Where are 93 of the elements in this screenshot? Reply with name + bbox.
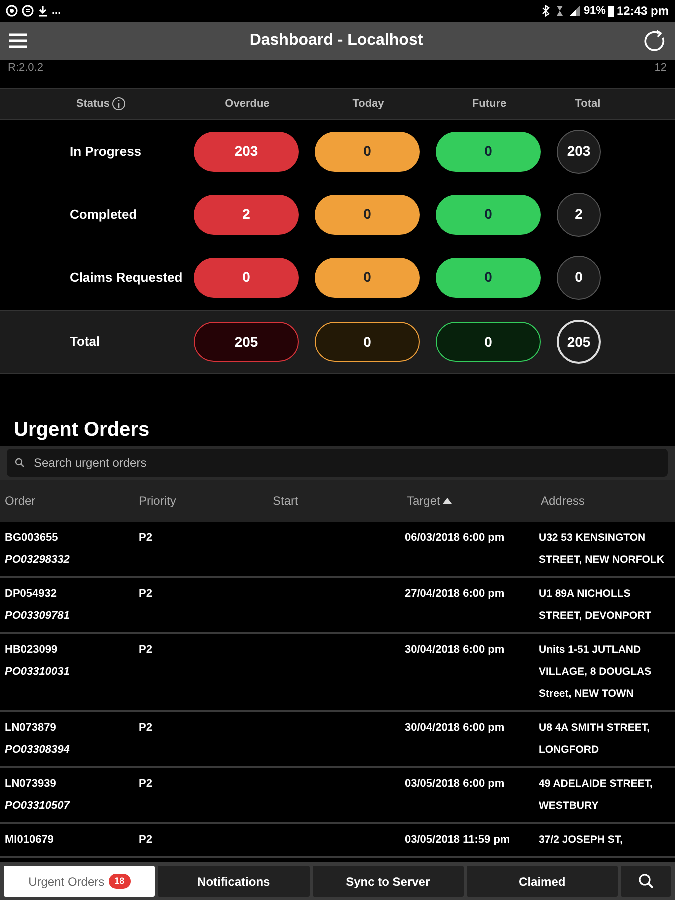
- order-number: MI010679: [5, 833, 55, 848]
- column-header: Today: [352, 96, 384, 112]
- status-label: Total: [70, 334, 100, 349]
- column-header[interactable]: Target: [407, 492, 440, 510]
- version-label: R:2.0.2: [8, 61, 44, 76]
- target-date: 03/05/2018 11:59 pm: [405, 834, 510, 846]
- priority-label: P2: [139, 588, 152, 600]
- column-header: Future: [472, 96, 507, 112]
- total-badge: 2: [557, 192, 601, 236]
- column-header[interactable]: Address: [541, 492, 586, 510]
- total-badge: 0: [557, 256, 601, 300]
- count-badge: 18: [108, 874, 131, 890]
- priority-label: P2: [139, 644, 152, 656]
- order-number: DP054932: [5, 587, 58, 602]
- overflow-indicator: ...: [52, 4, 62, 19]
- target-date: 27/04/2018 6:00 pm: [405, 588, 505, 600]
- column-header[interactable]: Start: [273, 492, 298, 510]
- target-date: 30/04/2018 6:00 pm: [405, 722, 505, 734]
- battery-icon: [608, 5, 614, 17]
- count-pill[interactable]: 0: [436, 322, 541, 362]
- search-icon: [638, 874, 654, 889]
- order-number: HB023099: [5, 643, 59, 658]
- window-title: Dashboard - Localhost: [248, 31, 424, 51]
- order-row[interactable]: LN073879 PO03308394 P2 30/04/2018 6:00 pm U8 4A SMITH STREET, LONGFORD: [0, 712, 675, 768]
- priority-label: P2: [139, 532, 152, 544]
- target-date: 30/04/2018 6:00 pm: [405, 644, 505, 656]
- menu-button[interactable]: [8, 31, 30, 51]
- count-pill[interactable]: 203: [194, 132, 299, 172]
- po-number: PO03298332: [5, 553, 71, 568]
- clock-time: 12:43 pm: [616, 3, 669, 20]
- column-header: Overdue: [225, 96, 270, 112]
- column-header[interactable]: Priority: [139, 492, 176, 510]
- refresh-icon: [644, 30, 666, 52]
- section-title: Urgent Orders: [13, 418, 151, 443]
- count-pill[interactable]: 0: [315, 132, 420, 172]
- count-label: 12: [654, 61, 667, 76]
- search-field[interactable]: Search urgent orders: [7, 449, 668, 477]
- count-pill[interactable]: 205: [194, 322, 299, 362]
- order-number: LN073939: [5, 777, 58, 792]
- po-number: PO03310031: [5, 665, 71, 680]
- tab[interactable]: Urgent Orders 18: [4, 866, 156, 897]
- status-label: Claims Requested: [70, 270, 183, 284]
- address-text: 49 ADELAIDE STREET, WESTBURY: [539, 777, 654, 814]
- count-pill[interactable]: 0: [436, 132, 541, 172]
- count-pill[interactable]: 0: [436, 194, 541, 234]
- status-label: Completed: [70, 206, 138, 222]
- bluetooth-icon: [542, 5, 550, 17]
- order-row[interactable]: BG003655 PO03298332 P2 06/03/2018 6:00 pm U32 53 KENSINGTON STREET, NEW NORFOLK: [0, 522, 675, 578]
- order-row[interactable]: MI010679 P2 03/05/2018 11:59 pm 37/2 JOSEPH ST,: [0, 824, 675, 858]
- signal-icon: [568, 5, 581, 17]
- count-pill[interactable]: 0: [315, 194, 420, 234]
- order-number: LN073879: [5, 721, 58, 736]
- download-icon: [38, 5, 48, 17]
- count-pill[interactable]: 0: [194, 258, 299, 298]
- notification-icon: [22, 5, 34, 17]
- column-header[interactable]: Order: [5, 492, 36, 510]
- battery-level: 91%: [584, 4, 606, 19]
- refresh-button[interactable]: [643, 29, 667, 53]
- info-icon: [112, 97, 126, 111]
- address-text: U1 89A NICHOLLS STREET, DEVONPORT: [539, 587, 653, 624]
- count-pill[interactable]: 0: [436, 258, 541, 298]
- total-badge: 203: [557, 130, 601, 174]
- order-number: BG003655: [5, 531, 60, 546]
- count-pill[interactable]: 0: [315, 258, 420, 298]
- order-row[interactable]: LN073939 PO03310507 P2 03/05/2018 6:00 pm 49 ADELAIDE STREET, WESTBURY: [0, 768, 675, 824]
- address-text: U8 4A SMITH STREET, LONGFORD: [539, 721, 652, 758]
- tab[interactable]: Claimed: [466, 866, 618, 897]
- priority-label: P2: [139, 778, 152, 790]
- target-date: 06/03/2018 6:00 pm: [405, 532, 505, 544]
- search-icon: [15, 458, 25, 468]
- column-header: Status: [76, 96, 110, 112]
- po-number: PO03310507: [5, 799, 72, 814]
- hourglass-icon: [556, 5, 564, 17]
- target-date: 03/05/2018 6:00 pm: [405, 778, 505, 790]
- po-number: PO03309781: [5, 609, 71, 624]
- tab[interactable]: Sync to Server: [312, 866, 464, 897]
- count-pill[interactable]: 0: [315, 322, 420, 362]
- address-text: Units 1-51 JUTLAND VILLAGE, 8 DOUGLAS Street, NEW TOWN: [539, 643, 653, 702]
- search-button[interactable]: [621, 866, 671, 897]
- order-row[interactable]: DP054932 PO03309781 P2 27/04/2018 6:00 pm U1 89A NICHOLLS STREET, DEVONPORT: [0, 578, 675, 634]
- priority-label: P2: [139, 834, 152, 846]
- menu-icon: [8, 33, 28, 49]
- column-header: Total: [575, 96, 601, 112]
- notification-icon: [6, 5, 18, 17]
- tab[interactable]: Notifications: [158, 866, 310, 897]
- po-number: PO03308394: [5, 743, 71, 758]
- address-text: U32 53 KENSINGTON STREET, NEW NORFOLK: [539, 531, 666, 568]
- status-label: In Progress: [70, 144, 142, 158]
- total-badge: 205: [557, 320, 601, 364]
- address-text: 37/2 JOSEPH ST,: [539, 833, 624, 848]
- order-row[interactable]: HB023099 PO03310031 P2 30/04/2018 6:00 pm Units 1-51 JUTLAND VILLAGE, 8 DOUGLAS Street, NEW TOWN: [0, 634, 675, 712]
- priority-label: P2: [139, 722, 152, 734]
- count-pill[interactable]: 2: [194, 194, 299, 234]
